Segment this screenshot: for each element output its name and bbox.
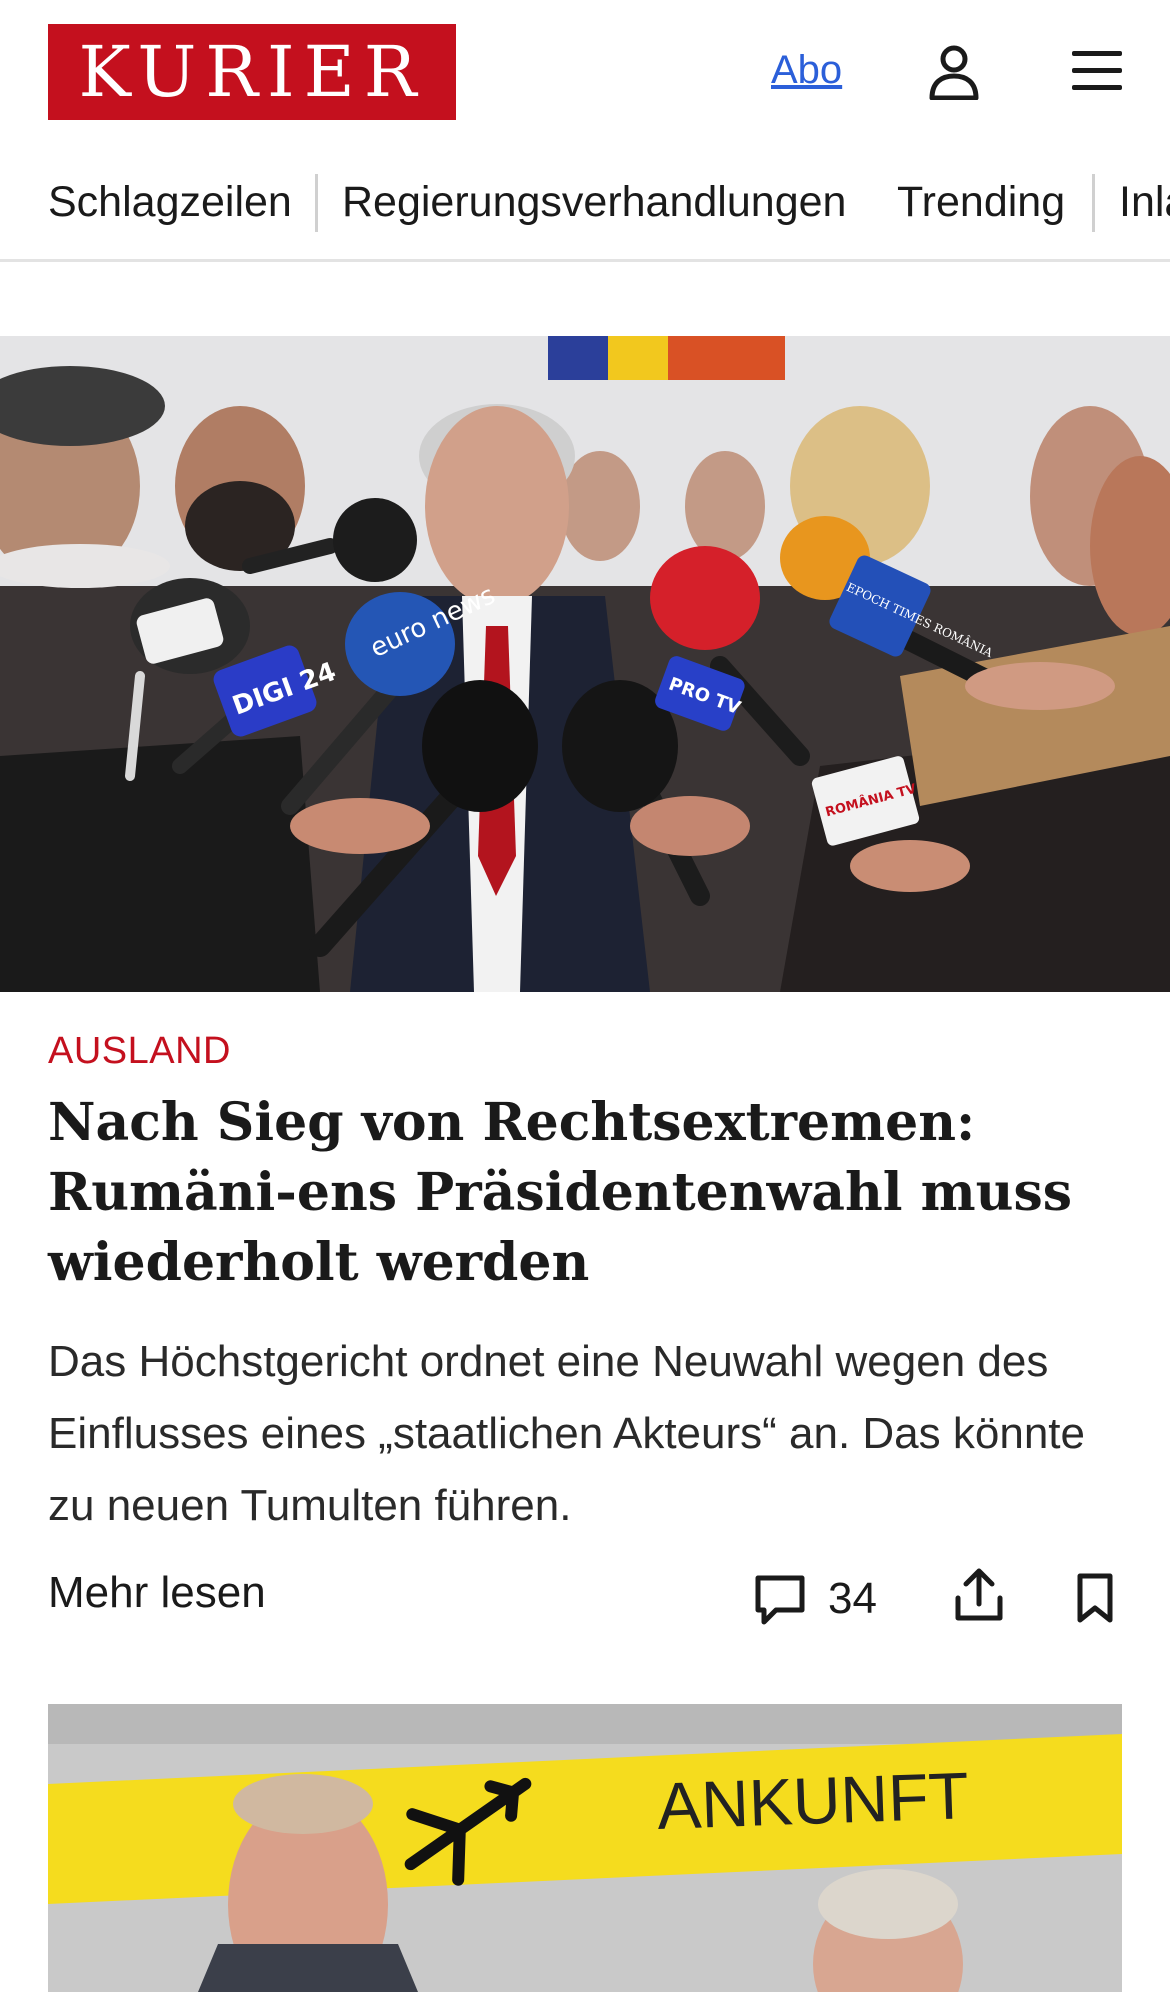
hamburger-menu-icon[interactable] <box>1070 48 1124 94</box>
share-icon[interactable] <box>954 1566 1004 1622</box>
nav-item-inland[interactable]: Inla <box>1119 178 1170 227</box>
nav-divider <box>1092 174 1095 232</box>
bookmark-icon[interactable] <box>1075 1572 1115 1624</box>
article-headline[interactable]: Nach Sieg von Rechtsextremen: Rumäni-ens… <box>48 1088 1128 1298</box>
kurier-logo[interactable]: KURIER <box>48 24 456 120</box>
logo-text: KURIER <box>78 31 426 113</box>
article-category[interactable]: AUSLAND <box>48 1030 231 1073</box>
nav-item-schlagzeilen[interactable]: Schlagzeilen <box>48 178 292 227</box>
press-conference-illustration: euro news DIGI 24 PRO TV EPOCH TIMES ROM… <box>0 336 1170 992</box>
article-teaser[interactable]: Das Höchstgericht ordnet eine Neuwahl we… <box>48 1326 1138 1542</box>
section-nav: Schlagzeilen Regierungsverhandlungen Tre… <box>0 150 1170 262</box>
read-more-link[interactable]: Mehr lesen <box>48 1568 266 1618</box>
nav-item-trending[interactable]: Trending <box>897 178 1065 227</box>
airport-arrival-illustration: ANKUNFT <box>48 1704 1122 1992</box>
comment-count[interactable]: 34 <box>828 1574 877 1624</box>
nav-item-regierungsverhandlungen[interactable]: Regierungsverhandlungen <box>342 178 846 227</box>
article-actions: Mehr lesen 34 <box>0 1560 1170 1640</box>
ankunft-sign-text: ANKUNFT <box>656 1758 970 1843</box>
user-icon[interactable] <box>928 44 980 100</box>
comment-icon[interactable] <box>752 1572 808 1626</box>
article-2-image[interactable]: ANKUNFT <box>48 1704 1122 1992</box>
article-hero-image[interactable]: euro news DIGI 24 PRO TV EPOCH TIMES ROM… <box>0 336 1170 992</box>
nav-divider <box>315 174 318 232</box>
abo-link[interactable]: Abo <box>771 48 842 93</box>
site-header: KURIER Abo <box>0 0 1170 150</box>
